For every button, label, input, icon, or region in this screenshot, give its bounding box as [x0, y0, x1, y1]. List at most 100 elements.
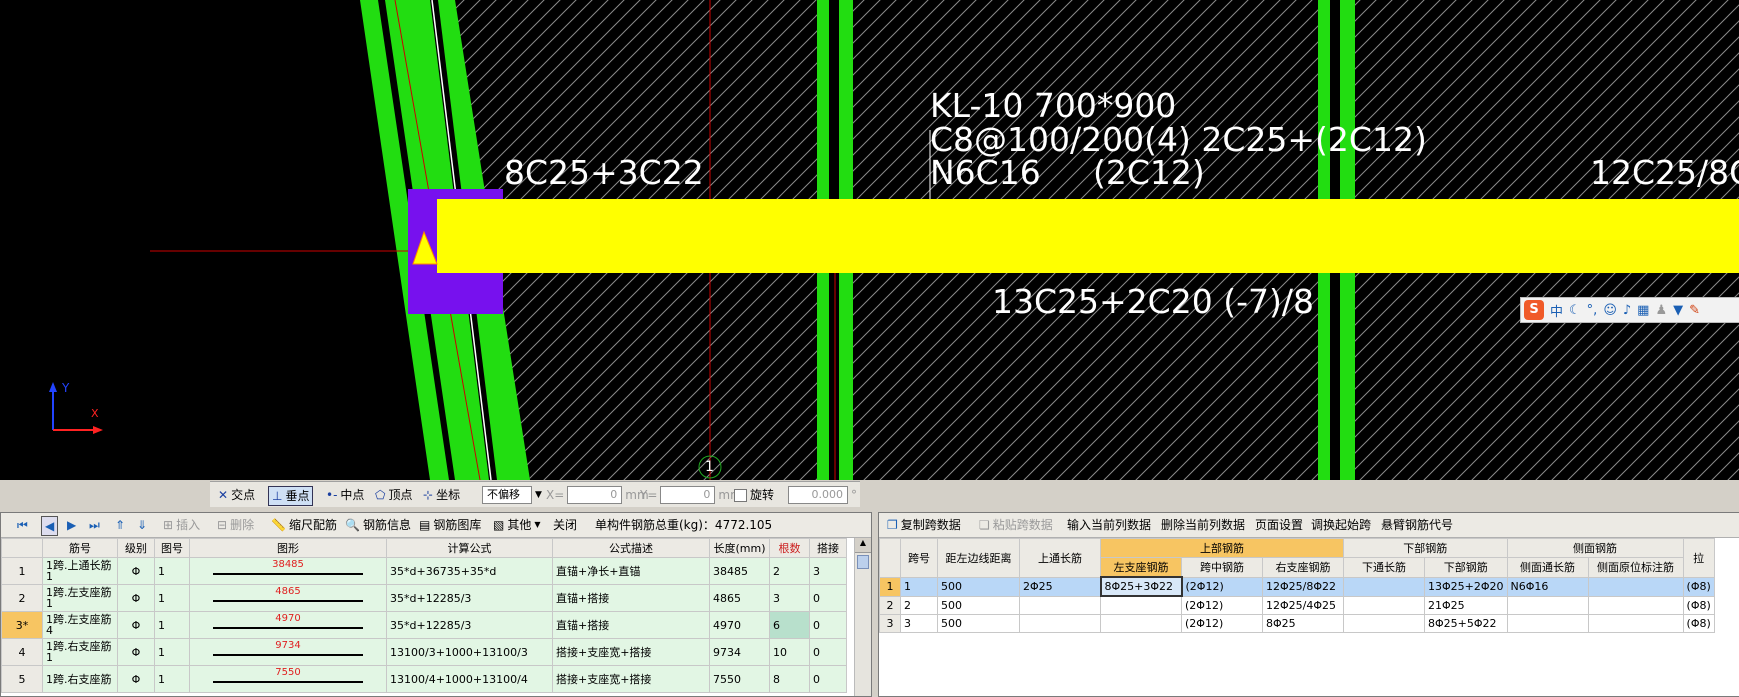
cell-num[interactable]: 3 — [879, 614, 901, 633]
cell-mid[interactable]: (2Φ12) — [1181, 595, 1263, 615]
cell-row-number[interactable]: 5 — [1, 665, 43, 693]
copy-span-button[interactable]: ❐ 复制跨数据 — [887, 516, 961, 534]
cell-formula[interactable]: 35*d+12285/3 — [386, 611, 553, 639]
cell-length[interactable]: 4970 — [709, 611, 770, 639]
cell-right[interactable]: 12Φ25/8Φ22 — [1262, 576, 1344, 597]
cell-grade[interactable]: Φ — [117, 611, 155, 639]
cell-dist[interactable]: 500 — [937, 614, 1020, 633]
cell-formula[interactable]: 35*d+12285/3 — [386, 584, 553, 612]
cell-length[interactable]: 38485 — [709, 557, 770, 585]
cell-description[interactable]: 直锚+搭接 — [552, 611, 710, 639]
cell-grade[interactable]: Φ — [117, 584, 155, 612]
cell-length[interactable]: 9734 — [709, 638, 770, 666]
cell-fig-no[interactable]: 1 — [154, 638, 190, 666]
cell-rebar-name[interactable]: 1跨.上通长筋1 — [42, 557, 118, 585]
paste-span-button[interactable]: ❏ 粘贴跨数据 — [979, 516, 1053, 534]
table-row[interactable]: 2 2 500 (2Φ12) 12Φ25/4Φ25 21Φ25 (Φ8) — [879, 595, 1715, 615]
cell-count[interactable]: 2 — [769, 557, 810, 585]
cell-row-number[interactable]: 4 — [1, 638, 43, 666]
cell-bottom[interactable]: 13Φ25+2Φ20 — [1424, 576, 1508, 597]
swap-start-button[interactable]: 调换起始跨 — [1311, 516, 1371, 534]
cell-rebar-name[interactable]: 1跨.左支座筋4 — [42, 611, 118, 639]
next-record-button[interactable]: ▶ — [67, 516, 76, 534]
cell-lap[interactable]: 0 — [809, 665, 847, 693]
mic-icon[interactable]: ♪ — [1623, 303, 1631, 318]
x-coord-field[interactable]: X= 0 mm — [546, 486, 649, 504]
cell-formula[interactable]: 35*d+36735+35*d — [386, 557, 553, 585]
cell-shape[interactable]: 9734 — [189, 638, 387, 666]
cell-top-through[interactable] — [1019, 614, 1101, 633]
cell-description[interactable]: 直锚+搭接 — [552, 584, 710, 612]
cell-left[interactable] — [1100, 614, 1182, 633]
cell-fig-no[interactable]: 1 — [154, 557, 190, 585]
cell-count[interactable]: 6 — [769, 611, 810, 639]
insert-button[interactable]: ⊞ 插入 — [163, 516, 200, 534]
cell-length[interactable]: 4865 — [709, 584, 770, 612]
cell-sideorig[interactable] — [1587, 595, 1684, 615]
prev-record-button[interactable]: ◀ — [41, 516, 59, 536]
keyboard-icon[interactable]: ▦ — [1637, 303, 1649, 318]
cell-lap[interactable]: 0 — [809, 638, 847, 666]
snap-vertex-button[interactable]: ⬠ 顶点 — [375, 486, 412, 504]
cell-rebar-name[interactable]: 1跨.右支座筋1 — [42, 638, 118, 666]
cell-bottom[interactable]: 8Φ25+5Φ22 — [1424, 614, 1508, 633]
cell-sideorig[interactable] — [1587, 576, 1684, 597]
rotate-checkbox[interactable]: 旋转 — [734, 486, 774, 504]
table-row[interactable]: 5 1跨.右支座筋 Φ 1 7550 13100/4+1000+13100/4 搭接+支座宽… — [1, 665, 847, 693]
cell-rebar-name[interactable]: 1跨.左支座筋1 — [42, 584, 118, 612]
cell-row-number[interactable]: 3* — [1, 611, 43, 639]
table-row[interactable]: 3 3 500 (2Φ12) 8Φ25 8Φ25+5Φ22 (Φ8) — [879, 614, 1715, 633]
emoji-icon[interactable]: ☺ — [1603, 303, 1617, 318]
rebar-info-button[interactable]: 🔍 钢筋信息 — [345, 516, 411, 534]
shirt-icon[interactable]: ▼ — [1673, 303, 1683, 318]
cell-shape[interactable]: 7550 — [189, 665, 387, 693]
cell-row-number[interactable]: 1 — [1, 557, 43, 585]
moon-icon[interactable]: ☾ — [1569, 303, 1581, 318]
cell-count[interactable]: 10 — [769, 638, 810, 666]
cell-dist[interactable]: 500 — [937, 576, 1020, 597]
y-coord-field[interactable]: Y= 0 mm — [640, 486, 742, 504]
snap-intersection-button[interactable]: ✕ 交点 — [218, 486, 255, 504]
cell-left[interactable]: 8Φ25+3Φ22 — [1099, 576, 1183, 597]
move-down-button[interactable]: ⇓ — [137, 516, 147, 534]
cell-span[interactable]: 2 — [900, 595, 938, 615]
cell-side[interactable]: N6Φ16 — [1506, 576, 1589, 597]
cad-drawing-area[interactable]: KL-10 700*900 C8@100/200(4) 2C25+(2C12) … — [0, 0, 1739, 480]
cell-description[interactable]: 搭接+支座宽+搭接 — [552, 638, 710, 666]
cell-description[interactable]: 搭接+支座宽+搭接 — [552, 665, 710, 693]
cell-mid[interactable]: (2Φ12) — [1181, 576, 1263, 597]
cell-top-through[interactable] — [1019, 595, 1101, 615]
cell-rebar-name[interactable]: 1跨.右支座筋 — [42, 665, 118, 693]
snap-coordinate-button[interactable]: ⊹ 坐标 — [423, 486, 460, 504]
rebar-library-button[interactable]: ▤ 钢筋图库 — [419, 516, 481, 534]
cell-sideorig[interactable] — [1587, 614, 1684, 633]
table-row[interactable]: 2 1跨.左支座筋1 Φ 1 4865 35*d+12285/3 直锚+搭接 4865 3 0 — [1, 584, 847, 612]
cell-shape[interactable]: 38485 — [189, 557, 387, 585]
cell-grade[interactable]: Φ — [117, 557, 155, 585]
cell-more[interactable]: (Φ8) — [1682, 576, 1715, 597]
cantilever-code-button[interactable]: 悬臂钢筋代号 — [1381, 516, 1453, 534]
scrollbar-thumb[interactable] — [857, 555, 869, 569]
table-row[interactable]: 3* 1跨.左支座筋4 Φ 1 4970 35*d+12285/3 直锚+搭接 4970 6 0 — [1, 611, 847, 639]
user-icon[interactable]: ♟ — [1655, 303, 1667, 318]
first-record-button[interactable]: ⏮ — [17, 516, 28, 534]
cell-grade[interactable]: Φ — [117, 638, 155, 666]
cell-shape[interactable]: 4970 — [189, 611, 387, 639]
snap-midpoint-button[interactable]: •- 中点 — [326, 486, 364, 504]
cell-bottom[interactable]: 21Φ25 — [1424, 595, 1508, 615]
ime-mode-label[interactable]: 中 — [1550, 301, 1563, 320]
move-up-button[interactable]: ⇑ — [115, 516, 125, 534]
cell-shape[interactable]: 4865 — [189, 584, 387, 612]
table-row[interactable]: 1 1 500 2Φ25 8Φ25+3Φ22 (2Φ12) 12Φ25/8Φ22 13Φ25+… — [879, 576, 1715, 597]
close-button[interactable]: 关闭 — [553, 516, 577, 534]
cell-count[interactable]: 8 — [769, 665, 810, 693]
cell-right[interactable]: 12Φ25/4Φ25 — [1262, 595, 1344, 615]
punctuation-icon[interactable]: °, — [1587, 303, 1598, 318]
cell-right[interactable]: 8Φ25 — [1262, 614, 1344, 633]
snap-perpendicular-button[interactable]: ⊥ 垂点 — [268, 486, 314, 506]
cell-mid[interactable]: (2Φ12) — [1181, 614, 1263, 633]
cell-more[interactable]: (Φ8) — [1682, 595, 1715, 615]
ime-toolbar[interactable]: S 中 ☾ °, ☺ ♪ ▦ ♟ ▼ ✎ — [1520, 297, 1739, 323]
table-row[interactable]: 4 1跨.右支座筋1 Φ 1 9734 13100/3+1000+13100/3 搭接+支座… — [1, 638, 847, 666]
delete-col-button[interactable]: 删除当前列数据 — [1161, 516, 1245, 534]
